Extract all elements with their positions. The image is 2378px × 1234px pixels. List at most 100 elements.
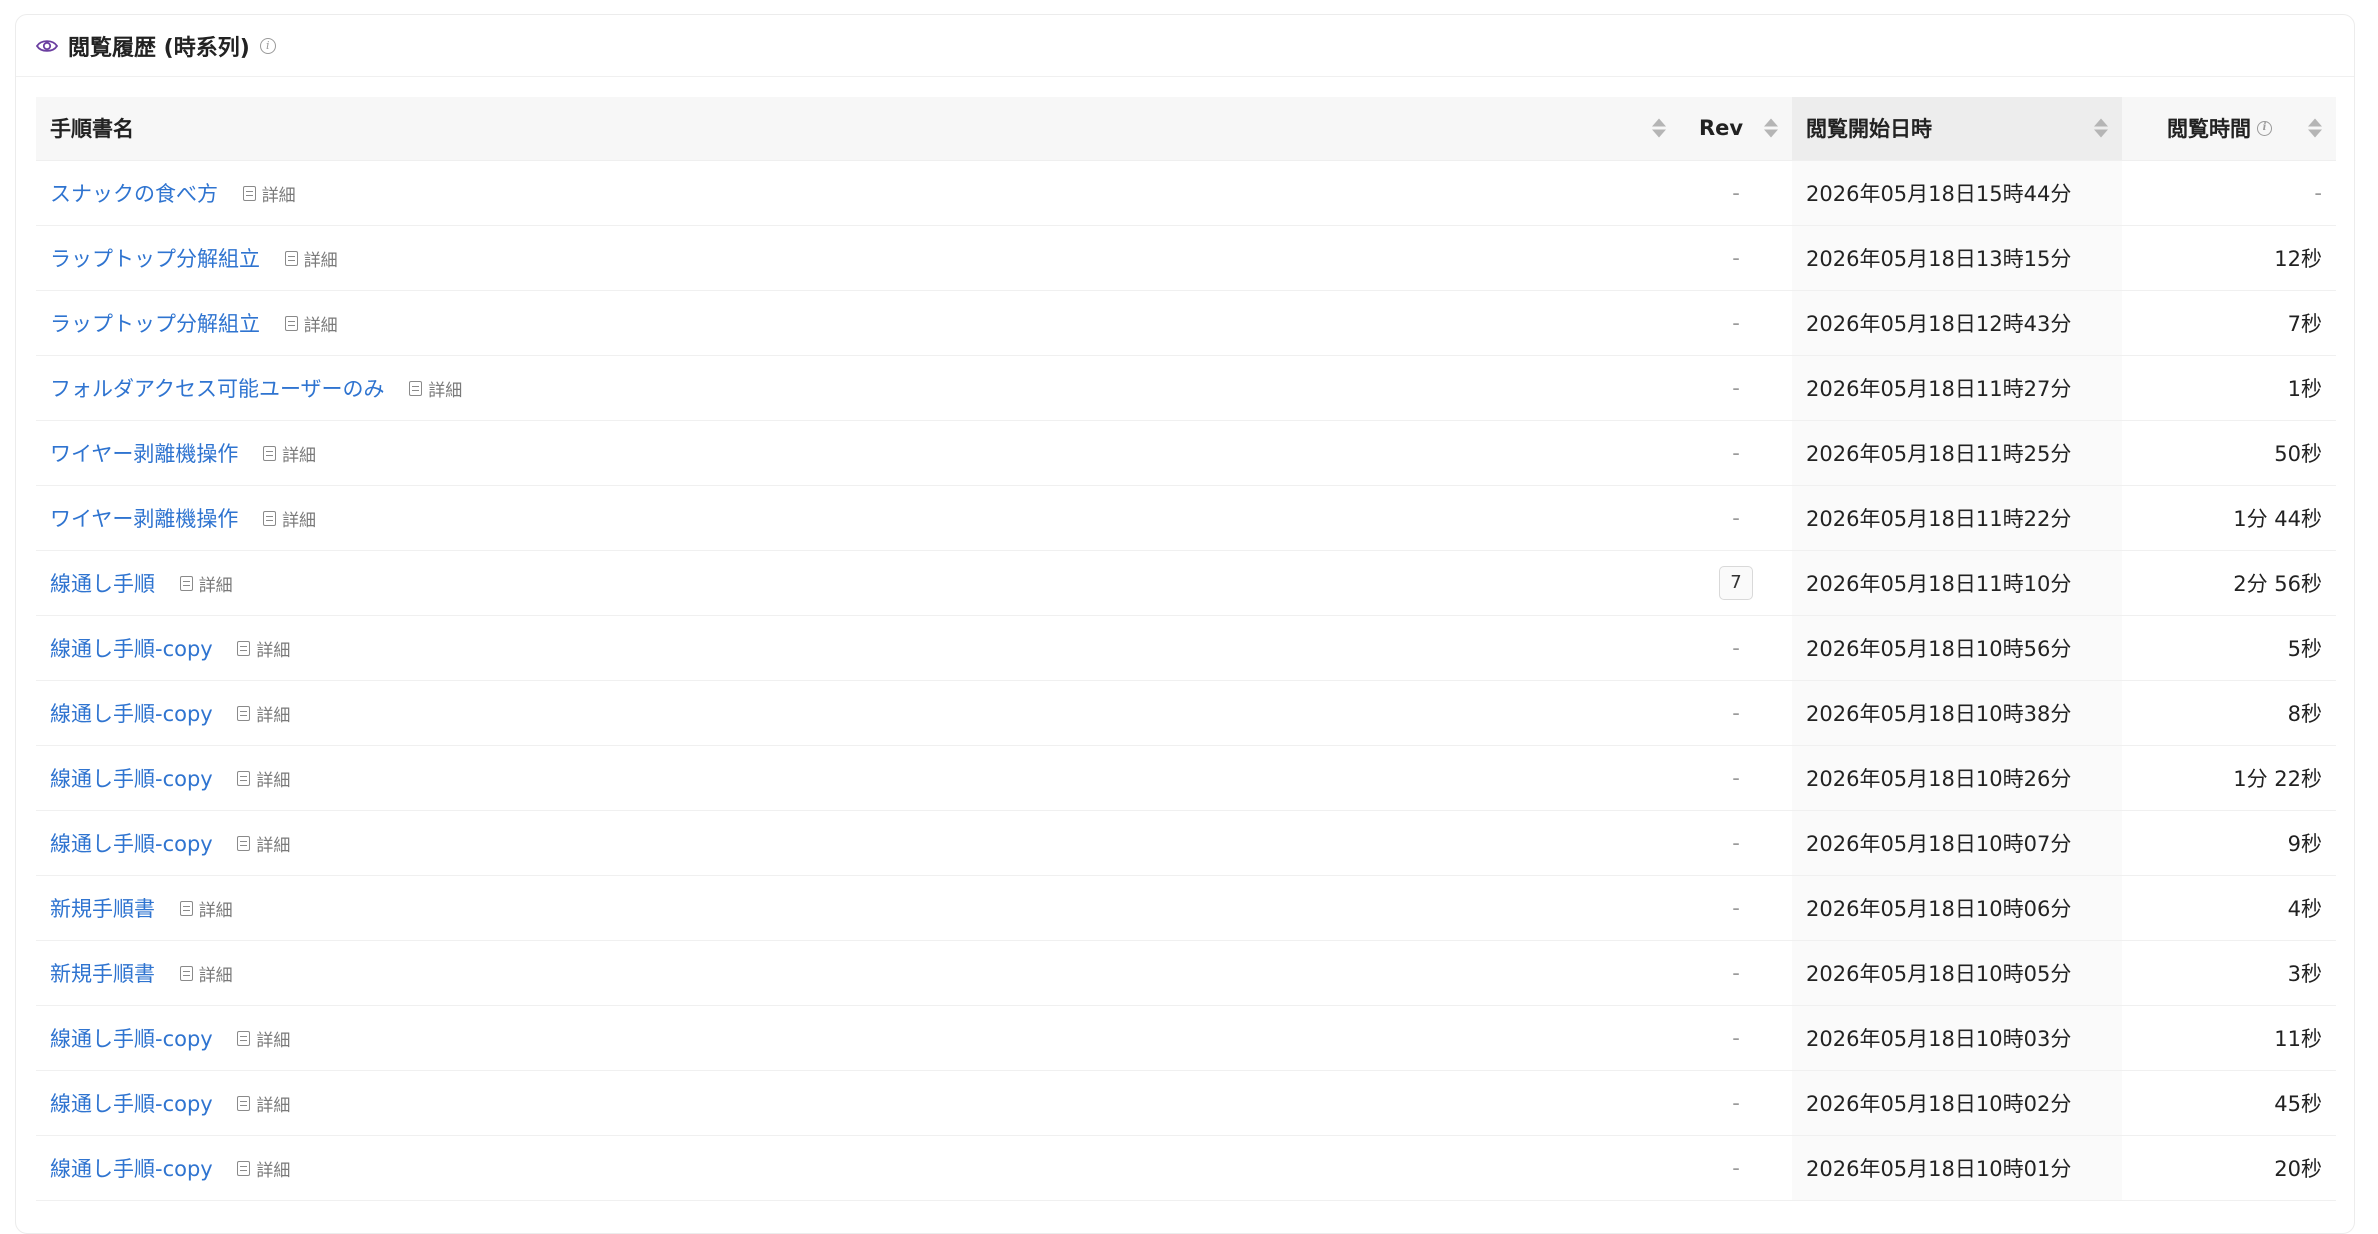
document-icon bbox=[242, 185, 256, 201]
rev-cell: - bbox=[1680, 420, 1792, 486]
procedure-link[interactable]: ラップトップ分解組立 bbox=[50, 247, 260, 271]
start-datetime-cell: 2026年05月18日10時07分 bbox=[1792, 810, 2122, 876]
panel-header: 閲覧履歴 (時系列) i bbox=[16, 15, 2354, 77]
duration-cell: 9秒 bbox=[2122, 810, 2336, 876]
rev-cell: - bbox=[1680, 745, 1792, 811]
detail-link[interactable]: 詳細 bbox=[263, 441, 316, 466]
document-icon bbox=[263, 445, 277, 461]
table-row: 新規手順書 詳細 - 2026年05月18日10時06分 4秒 bbox=[36, 875, 2336, 941]
rev-cell: 7 bbox=[1680, 550, 1792, 616]
detail-link[interactable]: 詳細 bbox=[284, 311, 338, 336]
sort-icon[interactable] bbox=[2094, 118, 2108, 138]
table-row: 線通し手順-copy 詳細 - 2026年05月18日10時26分 1分 22秒 bbox=[36, 745, 2336, 811]
procedure-link[interactable]: 線通し手順-copy bbox=[50, 702, 213, 726]
rev-value: - bbox=[1732, 245, 1740, 270]
start-datetime-cell: 2026年05月18日15時44分 bbox=[1792, 160, 2122, 226]
table-body: スナックの食べ方 詳細 - 2026年05月18日15時44分 - ラップトップ… bbox=[36, 160, 2336, 1201]
duration-cell: 12秒 bbox=[2122, 225, 2336, 291]
document-icon bbox=[284, 315, 298, 331]
column-header-rev[interactable]: Rev bbox=[1680, 97, 1792, 161]
procedure-link[interactable]: ラップトップ分解組立 bbox=[50, 312, 260, 336]
start-datetime-cell: 2026年05月18日11時22分 bbox=[1792, 485, 2122, 551]
procedure-link[interactable]: ワイヤー剥離機操作 bbox=[50, 507, 238, 531]
procedure-name-cell: フォルダアクセス可能ユーザーのみ 詳細 bbox=[36, 355, 1680, 421]
start-datetime-cell: 2026年05月18日10時06分 bbox=[1792, 875, 2122, 941]
detail-link[interactable]: 詳細 bbox=[237, 766, 290, 791]
document-icon bbox=[409, 380, 423, 396]
rev-value: - bbox=[1732, 180, 1740, 205]
table-row: スナックの食べ方 詳細 - 2026年05月18日15時44分 - bbox=[36, 160, 2336, 226]
detail-link[interactable]: 詳細 bbox=[409, 376, 462, 401]
procedure-link[interactable]: 線通し手順-copy bbox=[50, 1092, 213, 1116]
rev-value: - bbox=[1732, 1090, 1740, 1115]
procedure-link[interactable]: 新規手順書 bbox=[50, 897, 155, 921]
procedure-name-cell: ラップトップ分解組立 詳細 bbox=[36, 225, 1680, 291]
document-icon bbox=[237, 705, 251, 721]
duration-cell: 4秒 bbox=[2122, 875, 2336, 941]
procedure-link[interactable]: 新規手順書 bbox=[50, 962, 155, 986]
detail-link[interactable]: 詳細 bbox=[284, 246, 338, 271]
rev-cell: - bbox=[1680, 225, 1792, 291]
info-icon[interactable]: i bbox=[2257, 120, 2272, 136]
procedure-name-cell: 線通し手順-copy 詳細 bbox=[36, 615, 1680, 681]
detail-link[interactable]: 詳細 bbox=[179, 571, 233, 596]
table-row: ワイヤー剥離機操作 詳細 - 2026年05月18日11時25分 50秒 bbox=[36, 420, 2336, 486]
detail-link[interactable]: 詳細 bbox=[237, 831, 290, 856]
procedure-link[interactable]: フォルダアクセス可能ユーザーのみ bbox=[50, 377, 385, 401]
detail-link[interactable]: 詳細 bbox=[242, 181, 296, 206]
document-icon bbox=[263, 510, 277, 526]
detail-link[interactable]: 詳細 bbox=[237, 1156, 290, 1181]
eye-icon bbox=[36, 38, 58, 54]
procedure-name-cell: 新規手順書 詳細 bbox=[36, 940, 1680, 1006]
document-icon bbox=[237, 1160, 251, 1176]
start-datetime-cell: 2026年05月18日13時15分 bbox=[1792, 225, 2122, 291]
procedure-link[interactable]: 線通し手順-copy bbox=[50, 637, 213, 661]
table-row: ラップトップ分解組立 詳細 - 2026年05月18日13時15分 12秒 bbox=[36, 225, 2336, 291]
rev-value: - bbox=[1732, 960, 1740, 985]
procedure-name-cell: 線通し手順-copy 詳細 bbox=[36, 745, 1680, 811]
table-row: 線通し手順-copy 詳細 - 2026年05月18日10時56分 5秒 bbox=[36, 615, 2336, 681]
column-header-name[interactable]: 手順書名 bbox=[36, 97, 1680, 161]
document-icon bbox=[179, 900, 193, 916]
table-row: フォルダアクセス可能ユーザーのみ 詳細 - 2026年05月18日11時27分 … bbox=[36, 355, 2336, 421]
rev-value: - bbox=[1732, 505, 1740, 530]
duration-cell: 5秒 bbox=[2122, 615, 2336, 681]
column-header-duration[interactable]: 閲覧時間 i bbox=[2122, 97, 2336, 161]
detail-link[interactable]: 詳細 bbox=[179, 896, 233, 921]
rev-value: - bbox=[1732, 310, 1740, 335]
document-icon bbox=[237, 1095, 251, 1111]
info-icon[interactable]: i bbox=[259, 37, 276, 54]
document-icon bbox=[237, 770, 251, 786]
table-row: 線通し手順-copy 詳細 - 2026年05月18日10時02分 45秒 bbox=[36, 1070, 2336, 1136]
duration-cell: 3秒 bbox=[2122, 940, 2336, 1006]
procedure-link[interactable]: 線通し手順 bbox=[50, 572, 155, 596]
procedure-link[interactable]: 線通し手順-copy bbox=[50, 832, 213, 856]
duration-cell: 50秒 bbox=[2122, 420, 2336, 486]
sort-icon[interactable] bbox=[2308, 118, 2322, 138]
procedure-name-cell: 線通し手順 詳細 bbox=[36, 550, 1680, 616]
procedure-link[interactable]: スナックの食べ方 bbox=[50, 182, 218, 206]
procedure-name-cell: 新規手順書 詳細 bbox=[36, 875, 1680, 941]
start-datetime-cell: 2026年05月18日10時05分 bbox=[1792, 940, 2122, 1006]
sort-icon[interactable] bbox=[1764, 118, 1778, 138]
procedure-link[interactable]: 線通し手順-copy bbox=[50, 1027, 213, 1051]
rev-cell: - bbox=[1680, 1135, 1792, 1201]
table-row: 線通し手順-copy 詳細 - 2026年05月18日10時38分 8秒 bbox=[36, 680, 2336, 746]
procedure-name-cell: 線通し手順-copy 詳細 bbox=[36, 680, 1680, 746]
procedure-link[interactable]: 線通し手順-copy bbox=[50, 767, 213, 791]
rev-value: - bbox=[1732, 375, 1740, 400]
detail-link[interactable]: 詳細 bbox=[263, 506, 316, 531]
detail-link[interactable]: 詳細 bbox=[179, 961, 233, 986]
detail-link[interactable]: 詳細 bbox=[237, 1091, 290, 1116]
table-row: 線通し手順-copy 詳細 - 2026年05月18日10時07分 9秒 bbox=[36, 810, 2336, 876]
detail-link[interactable]: 詳細 bbox=[237, 1026, 290, 1051]
document-icon bbox=[237, 640, 251, 656]
rev-value: - bbox=[1732, 700, 1740, 725]
detail-link[interactable]: 詳細 bbox=[237, 701, 290, 726]
sort-icon[interactable] bbox=[1652, 118, 1666, 138]
procedure-link[interactable]: ワイヤー剥離機操作 bbox=[50, 442, 238, 466]
detail-link[interactable]: 詳細 bbox=[237, 636, 290, 661]
procedure-link[interactable]: 線通し手順-copy bbox=[50, 1157, 213, 1181]
column-header-start[interactable]: 閲覧開始日時 bbox=[1792, 97, 2122, 161]
rev-cell: - bbox=[1680, 485, 1792, 551]
